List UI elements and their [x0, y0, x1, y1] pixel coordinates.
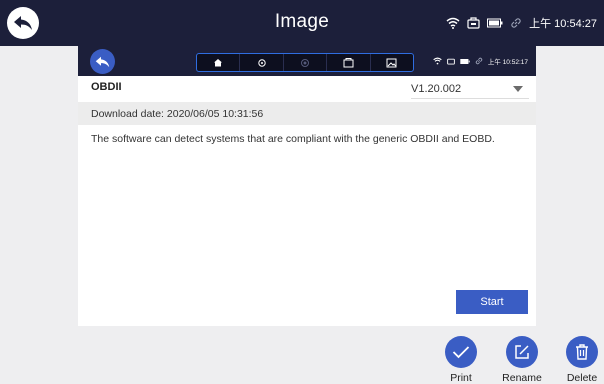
rename-label: Rename [502, 372, 542, 384]
software-name: OBDII [91, 81, 122, 93]
edit-icon [515, 345, 529, 359]
inner-tab-bar [196, 53, 414, 72]
inner-status-bar: 上午 10:52:17 [433, 56, 528, 66]
delete-button[interactable]: Delete [552, 336, 604, 384]
settings-icon [257, 58, 266, 67]
chevron-down-icon [513, 86, 523, 92]
link-icon [475, 57, 483, 65]
inner-back-button [90, 49, 115, 74]
tab-image [371, 54, 413, 71]
print-label: Print [450, 372, 472, 384]
status-bar: 上午 10:54:27 [446, 15, 597, 31]
tab-vci [327, 54, 371, 71]
tab-home [197, 54, 241, 71]
tab-settings [240, 54, 284, 71]
download-date-row: Download date: 2020/06/05 10:31:56 [78, 102, 536, 125]
download-date: Download date: 2020/06/05 10:31:56 [91, 107, 264, 120]
inner-status-time: 上午 10:52:17 [487, 59, 528, 66]
rename-button[interactable]: Rename [492, 336, 552, 384]
battery-icon [487, 18, 503, 28]
status-time: 上午 10:54:27 [529, 18, 597, 30]
image-icon [386, 58, 397, 67]
home-icon [214, 59, 223, 67]
tab-record [284, 54, 328, 71]
software-description: The software can detect systems that are… [91, 133, 495, 145]
checkmark-icon [452, 346, 470, 359]
title-bar: Image 上午 10:54:27 [0, 0, 604, 46]
delete-label: Delete [566, 372, 598, 384]
rename-circle[interactable] [506, 336, 538, 368]
back-arrow-icon [95, 56, 110, 67]
inner-title-bar: 上午 10:52:17 [78, 46, 536, 76]
vci-icon [343, 57, 354, 67]
vci-icon [447, 58, 455, 65]
link-icon [511, 18, 521, 28]
version-select: V1.20.002 [411, 79, 529, 99]
start-button: Start [456, 290, 528, 314]
software-header-row: OBDII V1.20.002 [78, 76, 536, 100]
screenshot-image: 上午 10:52:17 OBDII V1.20.002 Download dat… [78, 46, 536, 326]
record-icon [301, 58, 310, 67]
print-circle[interactable] [445, 336, 477, 368]
battery-icon [460, 58, 470, 64]
trash-icon [576, 344, 588, 360]
print-button[interactable]: Print [431, 336, 491, 384]
action-bar: Print Rename Delete [0, 326, 604, 384]
wifi-icon [433, 57, 442, 65]
delete-circle[interactable] [566, 336, 598, 368]
vci-icon [467, 17, 480, 29]
version-value: V1.20.002 [411, 82, 462, 95]
wifi-icon [446, 17, 460, 29]
